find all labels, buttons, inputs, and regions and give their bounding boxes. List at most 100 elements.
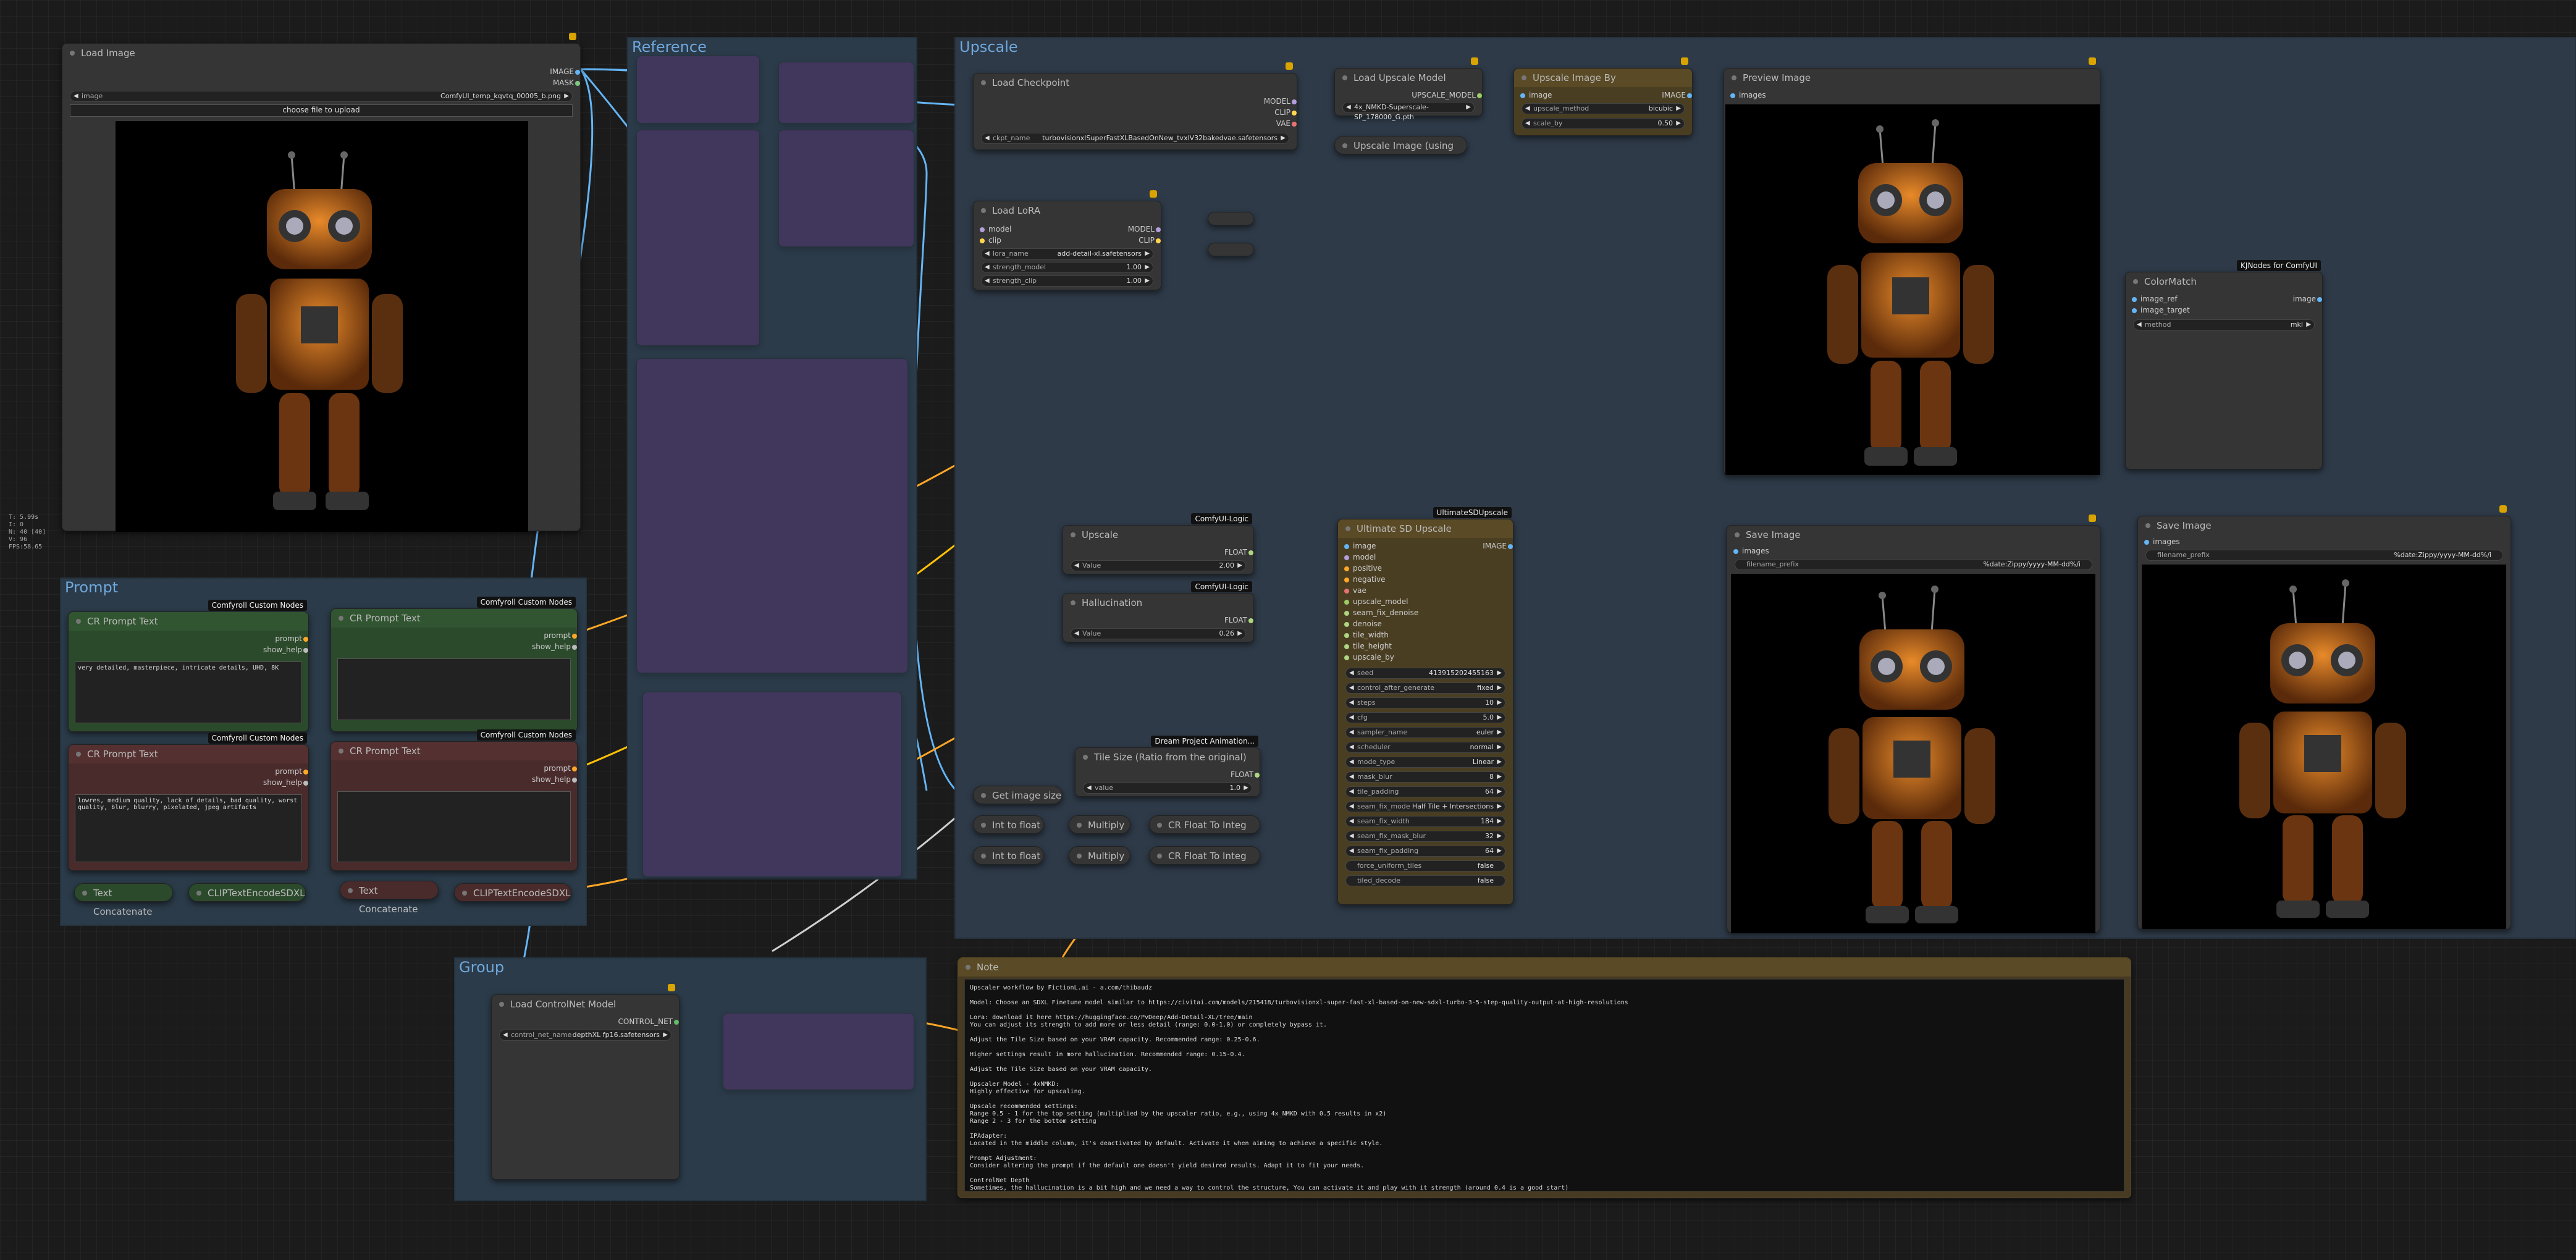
- node-header[interactable]: Multiply: [1069, 816, 1130, 834]
- seam-fix-mask-blur-field[interactable]: ◀ seam_fix_mask_blur 32 ▶: [1345, 831, 1505, 842]
- prompt-textarea[interactable]: lowres, medium quality, lack of details,…: [75, 794, 302, 862]
- arrow-right-icon[interactable]: ▶: [1281, 133, 1286, 143]
- arrow-left-icon[interactable]: ◀: [1525, 104, 1530, 114]
- output-prompt[interactable]: prompt: [275, 634, 308, 643]
- input-denoise[interactable]: denoise: [1344, 620, 1382, 628]
- arrow-left-icon[interactable]: ◀: [1087, 783, 1092, 793]
- collapse-dot-icon[interactable]: [1071, 600, 1075, 605]
- upscale-image-using-node[interactable]: Upscale Image (using: [1334, 136, 1467, 154]
- pin-icon[interactable]: [2499, 505, 2507, 513]
- control-after-generate-select[interactable]: ◀ control_after_generate fixed ▶: [1345, 682, 1505, 694]
- note-textarea[interactable]: Upscaler workflow by FictionL.ai - a.com…: [964, 979, 2124, 1191]
- tiled-decode-toggle[interactable]: tiled_decode false: [1345, 875, 1505, 886]
- output-float[interactable]: FLOAT: [1224, 548, 1254, 556]
- input-upscale-by[interactable]: upscale_by: [1344, 653, 1394, 662]
- arrow-left-icon[interactable]: ◀: [2137, 320, 2142, 330]
- seam-fix-mode-select[interactable]: ◀ seam_fix_mode Half Tile + Intersections ▶: [1345, 801, 1505, 812]
- clip-text-encode-node[interactable]: CLIPTextEncodeSDXL: [188, 883, 306, 902]
- arrow-left-icon[interactable]: ◀: [503, 1030, 508, 1040]
- arrow-right-icon[interactable]: ▶: [1676, 119, 1681, 128]
- arrow-left-icon[interactable]: ◀: [1349, 728, 1354, 737]
- arrow-left-icon[interactable]: ◀: [985, 133, 990, 143]
- collapse-dot-icon[interactable]: [1157, 854, 1162, 859]
- pin-icon[interactable]: [668, 984, 675, 991]
- collapse-dot-icon[interactable]: [981, 854, 986, 859]
- collapse-dot-icon[interactable]: [981, 80, 986, 85]
- clip-text-encode-node[interactable]: CLIPTextEncodeSDXL: [454, 883, 571, 902]
- cr-prompt-text-node[interactable]: Comfyroll Custom Nodes CR Prompt Text pr…: [330, 729, 578, 871]
- output-control-net[interactable]: CONTROL_NET: [618, 1017, 679, 1026]
- node-header[interactable]: Multiply: [1069, 847, 1130, 865]
- arrow-right-icon[interactable]: ▶: [1497, 757, 1502, 767]
- text-concatenate-node[interactable]: Text Concatenate: [340, 881, 439, 915]
- node-header[interactable]: Save Image: [2138, 516, 2511, 535]
- collapse-dot-icon[interactable]: [462, 891, 467, 896]
- node-header[interactable]: Text Concatenate: [340, 881, 438, 915]
- pin-icon[interactable]: [1681, 57, 1688, 65]
- prompt-textarea[interactable]: [337, 658, 571, 720]
- collapse-dot-icon[interactable]: [981, 823, 986, 828]
- load-checkpoint-node[interactable]: Load Checkpoint MODEL CLIP VAE ◀ ckpt_na…: [973, 62, 1297, 150]
- preview-image-node[interactable]: Preview Image images: [1724, 57, 2100, 476]
- output-prompt[interactable]: prompt: [275, 767, 308, 776]
- arrow-left-icon[interactable]: ◀: [1349, 831, 1354, 841]
- arrow-right-icon[interactable]: ▶: [663, 1030, 668, 1040]
- node-header[interactable]: CR Float To Integ: [1150, 847, 1260, 865]
- node-header[interactable]: Preview Image: [1724, 69, 2100, 87]
- reroute-node[interactable]: [1208, 243, 1254, 256]
- node-header[interactable]: CR Prompt Text: [331, 742, 577, 760]
- hallucination-node[interactable]: ComfyUI-Logic Hallucination FLOAT ◀ Valu…: [1063, 581, 1254, 642]
- save-image-node[interactable]: Save Image images filename_prefix %date:…: [1727, 514, 2100, 933]
- int-to-float-node[interactable]: Int to float: [973, 846, 1044, 865]
- arrow-left-icon[interactable]: ◀: [1349, 817, 1354, 826]
- get-image-size-node[interactable]: Get image size: [973, 786, 1063, 804]
- mode-type-select[interactable]: ◀ mode_type Linear ▶: [1345, 757, 1505, 768]
- arrow-right-icon[interactable]: ▶: [1244, 783, 1248, 793]
- ultimate-sd-upscale-node[interactable]: UltimateSDUpscale Ultimate SD Upscale IM…: [1337, 507, 1513, 905]
- input-image[interactable]: image: [1344, 542, 1376, 550]
- input-images[interactable]: images: [1733, 547, 1769, 555]
- arrow-left-icon[interactable]: ◀: [1349, 846, 1354, 856]
- pin-icon[interactable]: [569, 33, 576, 40]
- collapse-dot-icon[interactable]: [1345, 526, 1350, 531]
- node-header[interactable]: Save Image: [1727, 526, 2100, 544]
- cfg-field[interactable]: ◀ cfg 5.0 ▶: [1345, 712, 1505, 723]
- reference-node[interactable]: [778, 130, 914, 247]
- reference-node[interactable]: [636, 358, 908, 673]
- input-seam-fix-denoise[interactable]: seam_fix_denoise: [1344, 608, 1418, 617]
- seed-field[interactable]: ◀ seed 413915202455163 ▶: [1345, 668, 1505, 679]
- collapse-dot-icon[interactable]: [1732, 75, 1736, 80]
- input-clip[interactable]: clip: [980, 236, 1001, 245]
- output-mask[interactable]: MASK: [553, 78, 581, 87]
- node-header[interactable]: ColorMatch: [2126, 272, 2322, 291]
- collapse-dot-icon[interactable]: [1083, 755, 1088, 760]
- arrow-right-icon[interactable]: ▶: [1497, 698, 1502, 708]
- color-match-node[interactable]: KJNodes for ComfyUI ColorMatch image_ref…: [2125, 260, 2323, 469]
- arrow-left-icon[interactable]: ◀: [1349, 757, 1354, 767]
- node-header[interactable]: Hallucination: [1063, 594, 1253, 612]
- output-vae[interactable]: VAE: [1276, 119, 1297, 128]
- cr-prompt-text-node[interactable]: Comfyroll Custom Nodes CR Prompt Text pr…: [68, 733, 309, 871]
- save-image-node[interactable]: Save Image images filename_prefix %date:…: [2137, 505, 2511, 930]
- arrow-right-icon[interactable]: ▶: [1497, 683, 1502, 693]
- node-header[interactable]: CLIPTextEncodeSDXL: [189, 884, 305, 902]
- pin-icon[interactable]: [1286, 62, 1293, 70]
- input-tile-width[interactable]: tile_width: [1344, 631, 1389, 639]
- arrow-left-icon[interactable]: ◀: [1349, 802, 1354, 812]
- upscale-float-node[interactable]: ComfyUI-Logic Upscale FLOAT ◀ Value 2.00…: [1063, 513, 1254, 574]
- reference-node[interactable]: [778, 62, 914, 124]
- lora-name-select[interactable]: ◀ lora_name add-detail-xl.safetensors ▶: [981, 248, 1153, 259]
- collapse-dot-icon[interactable]: [1077, 854, 1082, 859]
- output-image[interactable]: image: [2293, 295, 2323, 303]
- arrow-left-icon[interactable]: ◀: [1525, 119, 1530, 128]
- tile-padding-field[interactable]: ◀ tile_padding 64 ▶: [1345, 786, 1505, 797]
- collapse-dot-icon[interactable]: [196, 891, 201, 896]
- output-image[interactable]: IMAGE: [550, 67, 580, 76]
- arrow-right-icon[interactable]: ▶: [1145, 276, 1150, 286]
- output-upscale-model[interactable]: UPSCALE_MODEL: [1412, 91, 1482, 99]
- image-select[interactable]: ◀ image ComfyUI_temp_kqvtq_00005_b.png ▶: [70, 91, 573, 102]
- load-lora-node[interactable]: Load LoRA model clip MODEL CLIP ◀ lora_n…: [973, 190, 1161, 290]
- output-show-help[interactable]: show_help: [263, 645, 308, 654]
- strength-clip-field[interactable]: ◀ strength_clip 1.00 ▶: [981, 275, 1153, 287]
- collapse-dot-icon[interactable]: [1342, 143, 1347, 148]
